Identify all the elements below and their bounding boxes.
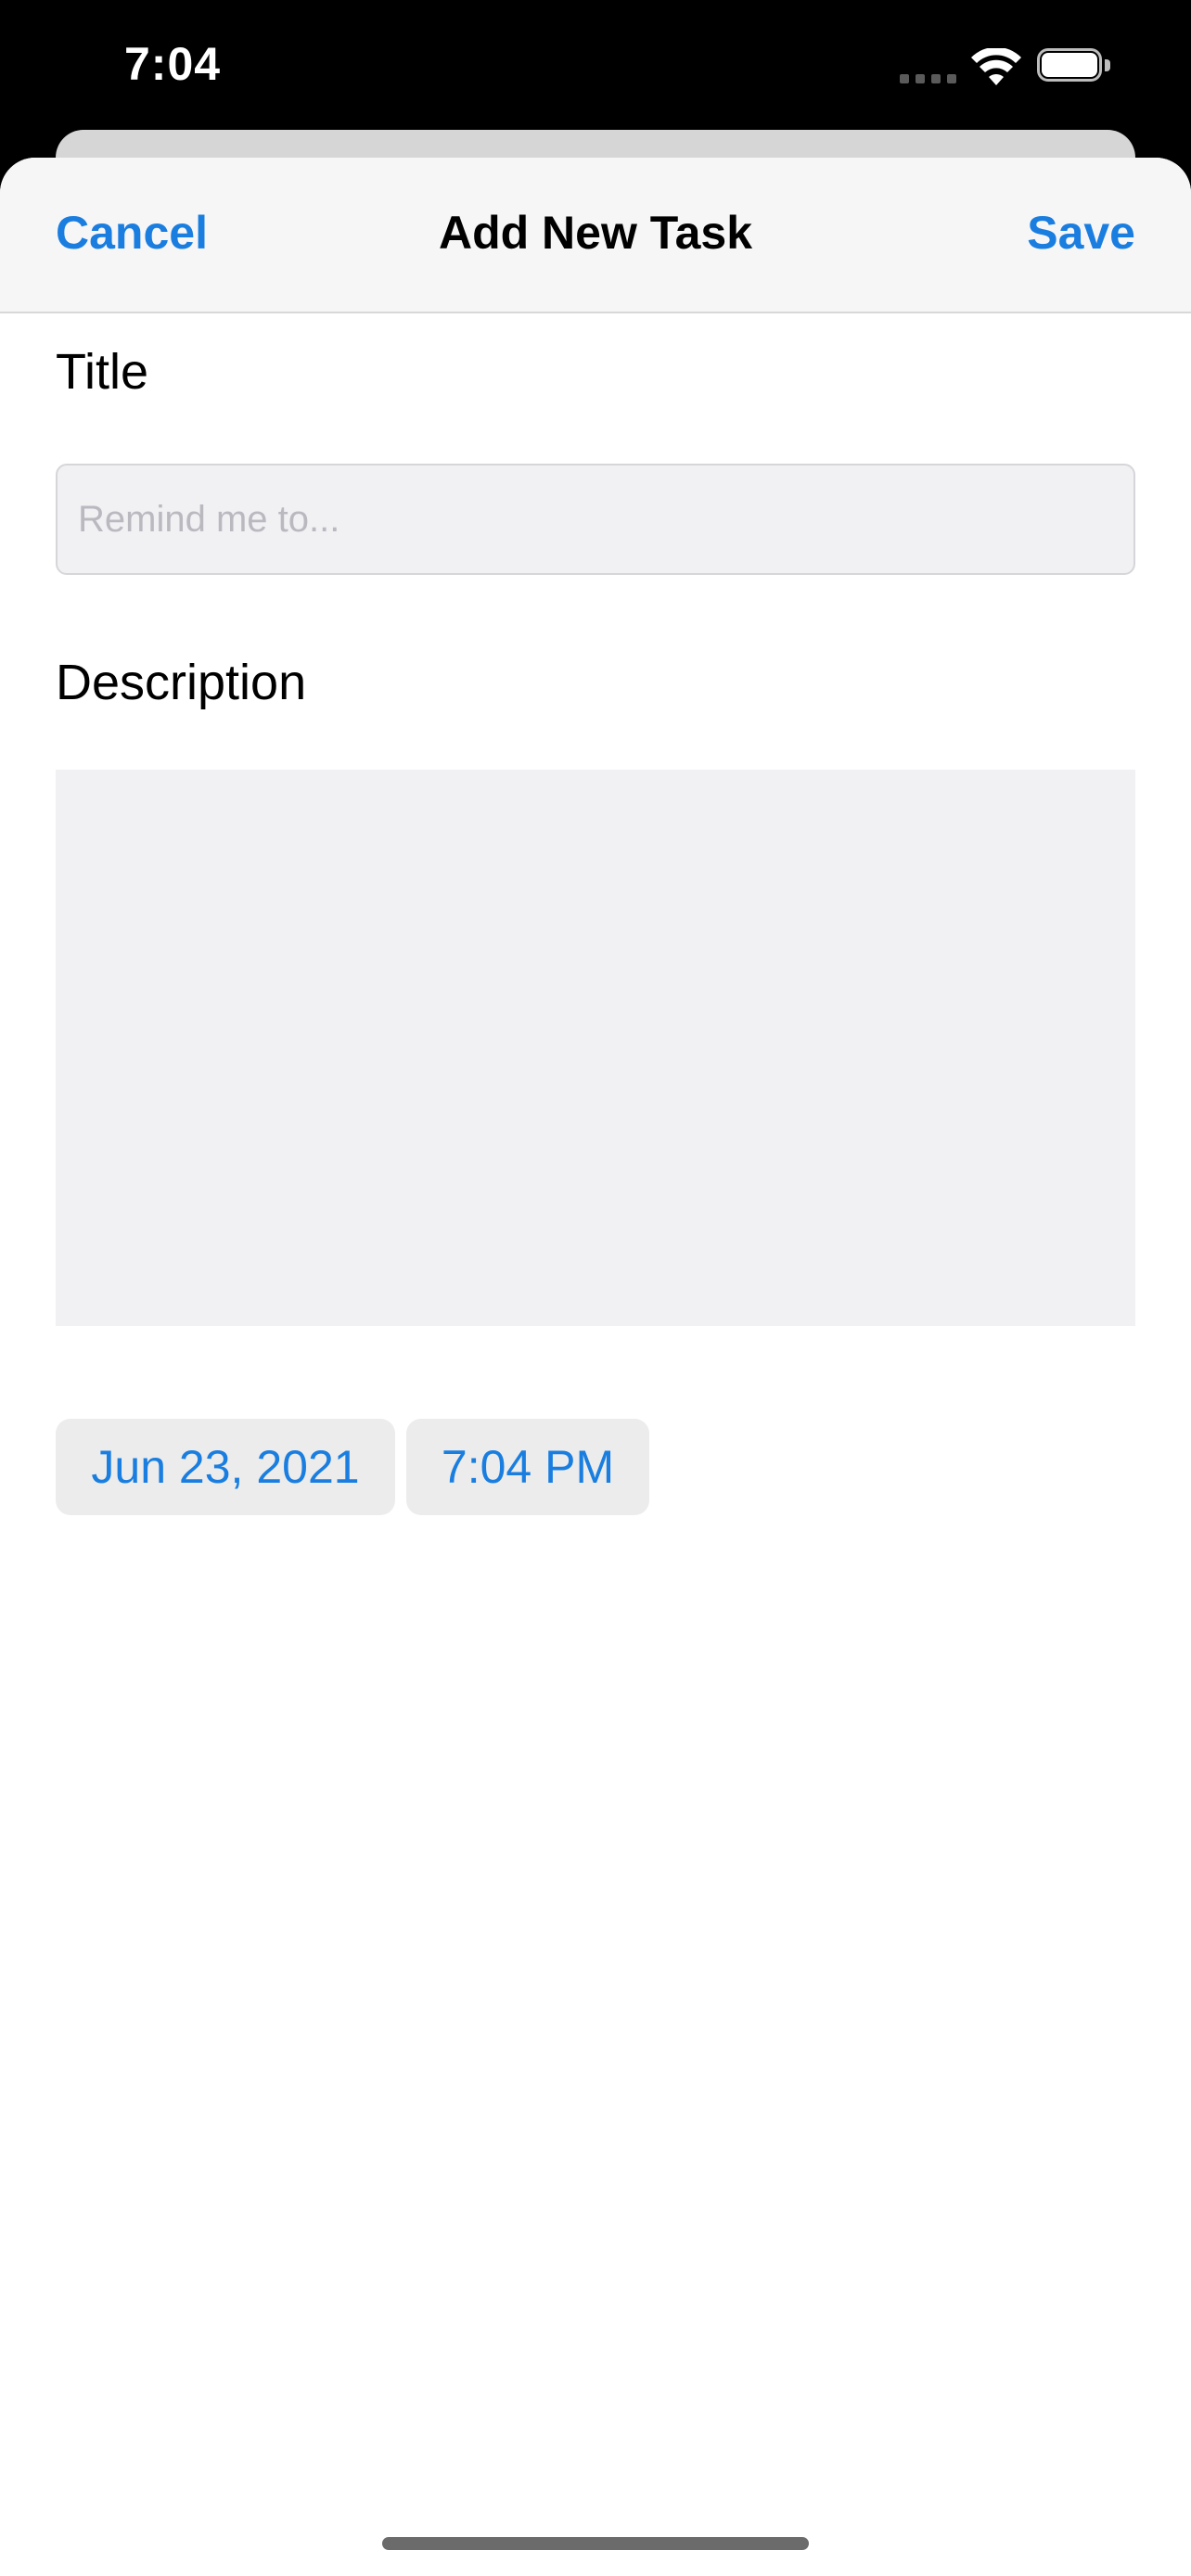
title-label: Title (56, 344, 149, 400)
status-time: 7:04 (124, 38, 222, 90)
page-title: Add New Task (438, 207, 753, 259)
wifi-icon (971, 48, 1021, 85)
signal-icon (900, 74, 957, 83)
navigation-bar: Cancel Add New Task Save (0, 158, 1191, 313)
battery-icon (1037, 48, 1115, 85)
home-indicator[interactable] (382, 2537, 809, 2550)
title-input[interactable] (56, 464, 1135, 575)
description-label: Description (56, 655, 307, 710)
add-task-sheet: Cancel Add New Task Save Title Descripti… (0, 158, 1191, 2576)
time-picker-button[interactable]: 7:04 PM (406, 1419, 649, 1515)
description-textarea[interactable] (56, 770, 1135, 1326)
save-button[interactable]: Save (1027, 206, 1135, 260)
date-picker-button[interactable]: Jun 23, 2021 (56, 1419, 395, 1515)
status-bar: 7:04 (0, 0, 1191, 130)
